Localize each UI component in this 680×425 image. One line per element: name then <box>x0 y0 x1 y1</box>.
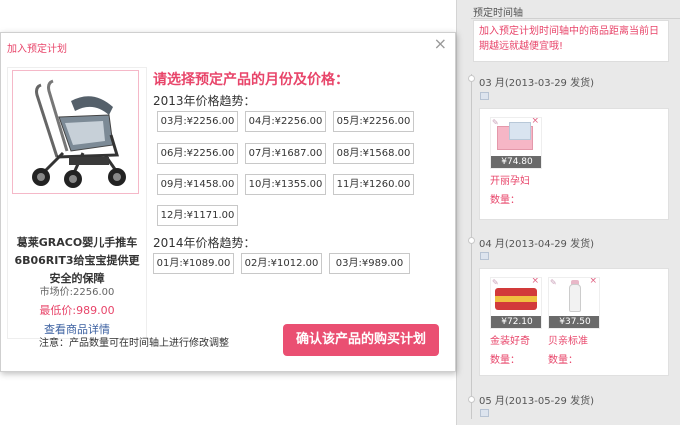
timeline-dot <box>468 75 475 82</box>
timeline-dot <box>468 237 475 244</box>
product-thumbnail[interactable]: ✎ × ¥74.80 <box>490 117 542 169</box>
product-name[interactable]: 金装好奇 <box>490 332 542 347</box>
quantity-label: 数量： <box>548 355 578 366</box>
product-image-part <box>509 122 531 140</box>
stroller-drawing <box>32 79 126 188</box>
timeline-sidebar: 预定时间轴 加入预定计划时间轴中的商品距离当前日期越远就越便宜哦! 03 月(2… <box>456 0 680 425</box>
product-price-tag: ¥37.50 <box>549 316 599 328</box>
price-option[interactable]: 03月:¥2256.00 <box>157 111 238 132</box>
price-option[interactable]: 02月:¥1012.00 <box>241 253 322 274</box>
timeline-product[interactable]: ✎ × ¥37.50 贝亲标准 数量： <box>548 277 600 366</box>
timeline-product[interactable]: ✎ × ¥72.10 金装好奇 数量： <box>490 277 542 366</box>
price-option[interactable]: 07月:¥1687.00 <box>245 143 326 164</box>
year-label-2014: 2014年价格趋势： <box>153 236 256 250</box>
price-option[interactable]: 03月:¥989.00 <box>329 253 410 274</box>
price-option[interactable]: 12月:¥1171.00 <box>157 205 238 226</box>
product-thumbnail[interactable]: ✎ × ¥37.50 <box>548 277 600 329</box>
month-label-may: 05 月(2013-05-29 发货) <box>479 396 594 407</box>
product-image <box>569 284 581 312</box>
product-panel: 葛莱GRACO婴儿手推车6B06RIT3给宝宝提供更安全的保障 市场价:2256… <box>7 67 147 339</box>
month-label-march: 03 月(2013-03-29 发货) <box>479 78 594 89</box>
timeline-title: 预定时间轴 <box>473 8 523 19</box>
price-option[interactable]: 06月:¥2256.00 <box>157 143 238 164</box>
year-label-2013: 2013年价格趋势： <box>153 94 256 108</box>
document-icon[interactable] <box>480 409 489 417</box>
close-icon[interactable]: × <box>434 34 447 53</box>
add-plan-dialog: 加入预定计划 × 葛莱GRACO婴儿手推车6B06RIT3给宝宝提供更安全的保障… <box>0 32 456 372</box>
product-price-tag: ¥74.80 <box>491 156 541 168</box>
product-price-tag: ¥72.10 <box>491 316 541 328</box>
divider <box>471 18 680 19</box>
product-thumbnail[interactable]: ✎ × ¥72.10 <box>490 277 542 329</box>
timeline-product[interactable]: ✎ × ¥74.80 开丽孕妇 数量： <box>490 117 542 206</box>
remove-icon[interactable]: × <box>531 118 539 126</box>
dialog-title: 加入预定计划 <box>7 44 67 55</box>
price-option[interactable]: 01月:¥1089.00 <box>153 253 234 274</box>
market-price: 市场价:2256.00 <box>39 287 115 298</box>
document-icon[interactable] <box>480 92 489 100</box>
remove-icon[interactable]: × <box>531 278 539 286</box>
quantity-label: 数量： <box>490 355 520 366</box>
pin-icon: ✎ <box>492 118 499 127</box>
price-option[interactable]: 08月:¥1568.00 <box>333 143 414 164</box>
remove-icon[interactable]: × <box>589 278 597 286</box>
quantity-note: 注意：产品数量可在时间轴上进行修改调整 <box>39 338 229 349</box>
document-icon[interactable] <box>480 252 489 260</box>
product-image-part <box>495 296 537 302</box>
month-card-march: ✎ × ¥74.80 开丽孕妇 数量： <box>479 108 669 220</box>
product-name[interactable]: 贝亲标准 <box>548 332 600 347</box>
pin-icon: ✎ <box>492 278 499 287</box>
product-name: 葛莱GRACO婴儿手推车6B06RIT3给宝宝提供更安全的保障 <box>14 236 140 285</box>
confirm-plan-button[interactable]: 确认该产品的购买计划 <box>283 324 439 356</box>
lowest-price: 最低价:989.00 <box>39 304 115 317</box>
select-heading: 请选择预定产品的月份及价格： <box>153 72 349 88</box>
month-label-april: 04 月(2013-04-29 发货) <box>479 239 594 250</box>
product-name[interactable]: 开丽孕妇 <box>490 172 542 187</box>
timeline-dot <box>468 396 475 403</box>
price-option[interactable]: 09月:¥1458.00 <box>157 174 238 195</box>
quantity-label: 数量： <box>490 195 520 206</box>
price-option[interactable]: 11月:¥1260.00 <box>333 174 414 195</box>
price-option[interactable]: 04月:¥2256.00 <box>245 111 326 132</box>
price-option[interactable]: 10月:¥1355.00 <box>245 174 326 195</box>
timeline-note: 加入预定计划时间轴中的商品距离当前日期越远就越便宜哦! <box>473 20 669 62</box>
timeline-axis <box>471 74 472 419</box>
month-card-april: ✎ × ¥72.10 金装好奇 数量： ✎ × ¥37.50 贝亲标准 数量： <box>479 268 669 376</box>
price-option[interactable]: 05月:¥2256.00 <box>333 111 414 132</box>
stroller-image[interactable] <box>12 70 139 194</box>
pin-icon: ✎ <box>550 278 557 287</box>
